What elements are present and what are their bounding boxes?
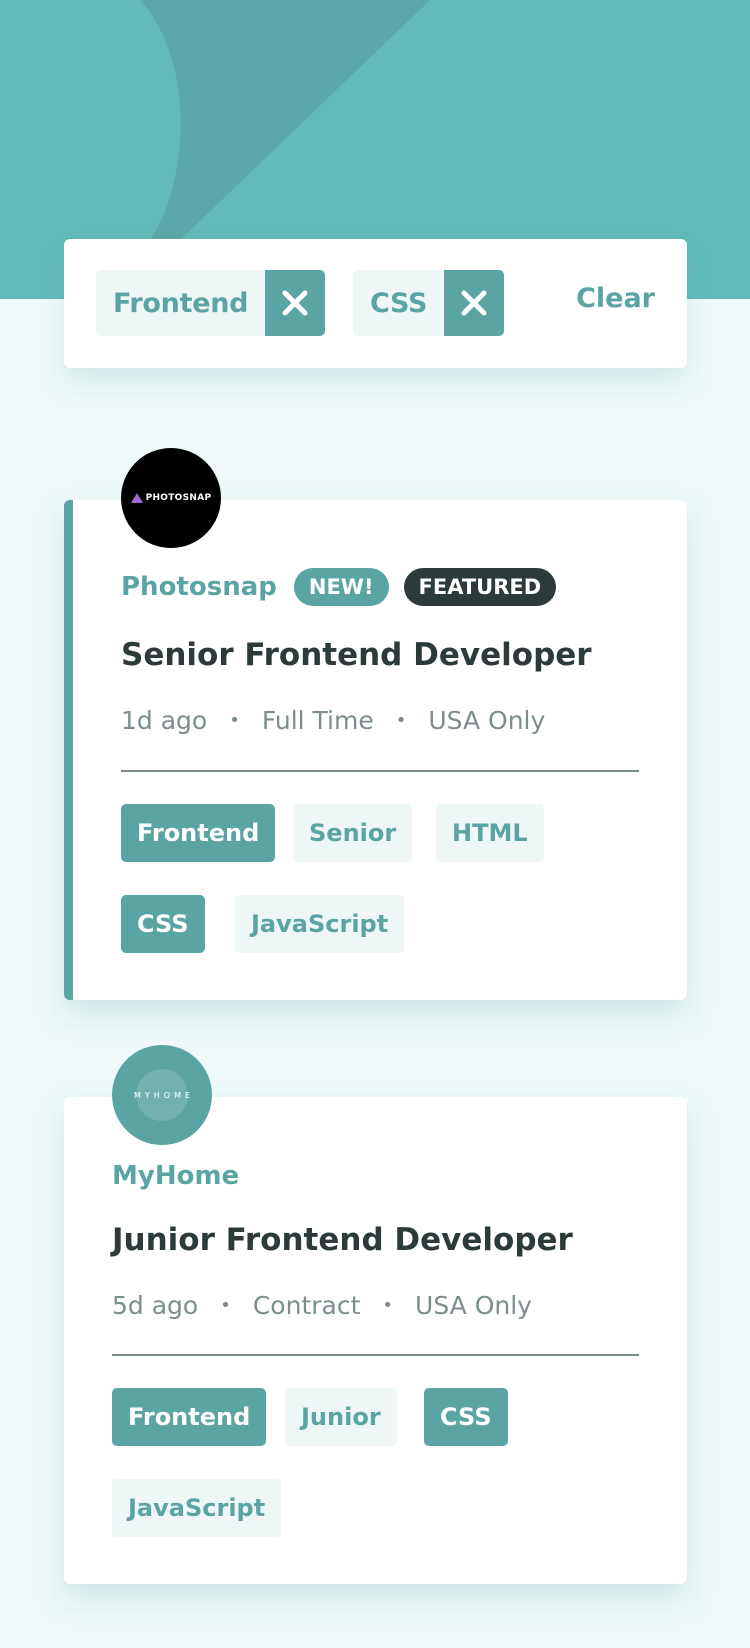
posted-at: 5d ago	[112, 1291, 199, 1320]
company-row: MyHome	[112, 1161, 239, 1191]
company-logo-photosnap: PHOTOSNAP	[121, 448, 221, 548]
logo-text: PHOTOSNAP	[145, 493, 212, 503]
separator-dot: •	[220, 1295, 231, 1316]
photosnap-logo-icon	[130, 493, 143, 503]
posted-at: 1d ago	[121, 706, 208, 735]
tag-html[interactable]: HTML	[436, 804, 544, 862]
new-badge: NEW!	[293, 568, 389, 607]
company-name: Photosnap	[121, 572, 277, 603]
tag-css[interactable]: CSS	[424, 1388, 508, 1446]
tag-css[interactable]: CSS	[121, 895, 205, 953]
close-icon	[461, 290, 487, 316]
card-divider	[121, 770, 639, 772]
logo-text: MYHOME	[133, 1090, 195, 1100]
company-name: MyHome	[112, 1161, 240, 1191]
close-icon	[282, 290, 308, 316]
featured-badge: FEATURED	[403, 568, 557, 607]
card-divider	[112, 1354, 639, 1356]
remove-filter-button[interactable]	[265, 270, 326, 336]
tag-javascript[interactable]: JavaScript	[112, 1479, 282, 1537]
job-card-photosnap: PHOTOSNAP Photosnap NEW! FEATURED Senior…	[64, 448, 687, 1000]
remove-filter-button[interactable]	[444, 270, 505, 336]
tag-javascript[interactable]: JavaScript	[235, 895, 405, 953]
tag-junior[interactable]: Junior	[285, 1388, 397, 1446]
job-location: USA Only	[415, 1291, 532, 1320]
separator-dot: •	[395, 710, 407, 731]
filter-bar: Frontend CSS Clear	[64, 239, 687, 368]
job-card-myhome: MYHOME MyHome Junior Frontend Developer …	[64, 1045, 687, 1584]
job-position-title[interactable]: Junior Frontend Developer	[112, 1222, 573, 1258]
company-logo-myhome: MYHOME	[112, 1045, 212, 1145]
tag-frontend[interactable]: Frontend	[121, 804, 276, 862]
clear-filters-link[interactable]: Clear	[576, 283, 655, 314]
job-location: USA Only	[428, 706, 546, 735]
separator-dot: •	[229, 710, 240, 731]
company-row: Photosnap NEW! FEATURED	[121, 568, 557, 607]
contract-type: Full Time	[261, 706, 374, 735]
separator-dot: •	[382, 1295, 394, 1316]
job-meta: 1d ago • Full Time • USA Only	[121, 706, 545, 735]
job-meta: 5d ago • Contract • USA Only	[112, 1291, 532, 1320]
filter-chip-label: CSS	[353, 270, 445, 336]
filter-chip-css: CSS	[353, 270, 505, 336]
filter-chip-frontend: Frontend	[96, 270, 326, 336]
tag-frontend[interactable]: Frontend	[112, 1388, 267, 1446]
job-position-title[interactable]: Senior Frontend Developer	[121, 637, 592, 673]
filter-chip-label: Frontend	[96, 270, 266, 336]
contract-type: Contract	[252, 1291, 361, 1320]
tag-senior[interactable]: Senior	[293, 804, 413, 862]
